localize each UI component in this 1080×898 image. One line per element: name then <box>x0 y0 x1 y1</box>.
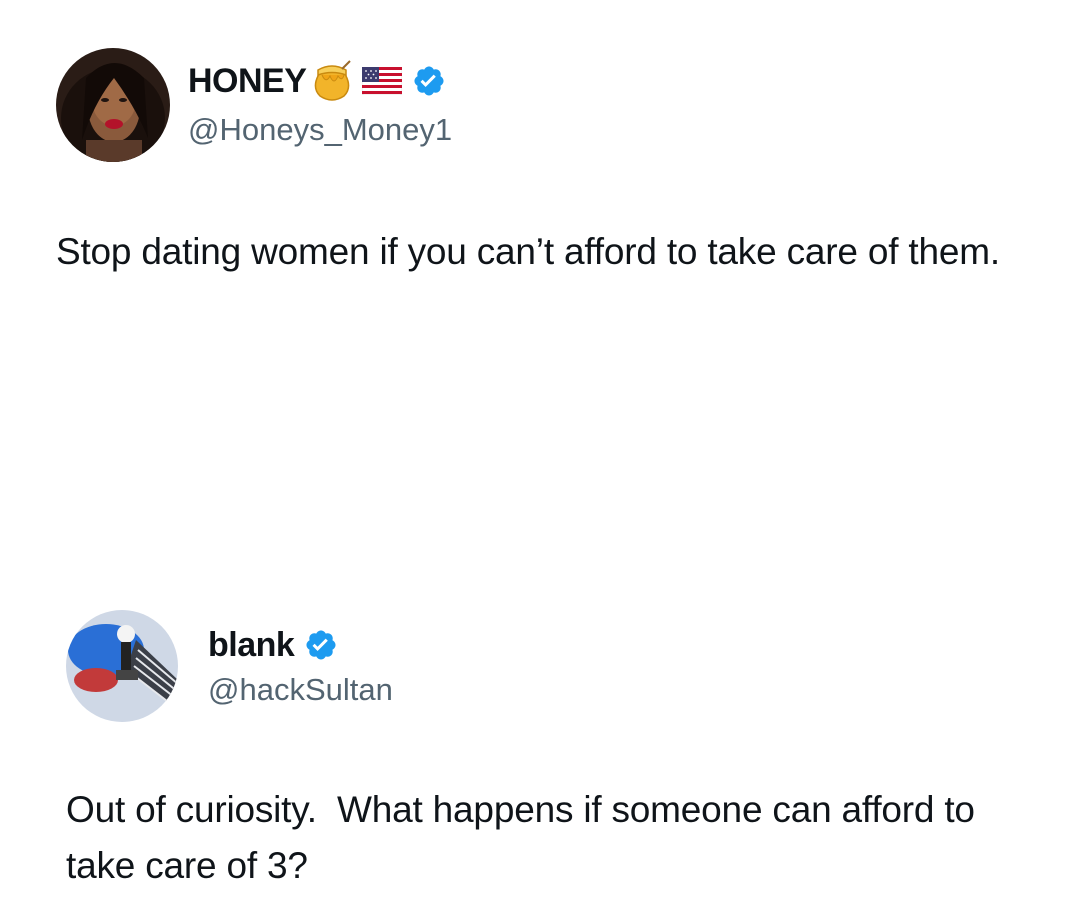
handle[interactable]: @hackSultan <box>208 672 393 708</box>
avatar-photo <box>66 610 178 722</box>
tweet-text: Stop dating women if you can’t afford to… <box>56 231 1000 272</box>
handle[interactable]: @Honeys_Money1 <box>188 112 452 148</box>
verified-badge-icon[interactable] <box>304 628 338 662</box>
display-name[interactable]: HONEY <box>188 62 307 101</box>
avatar[interactable] <box>66 610 178 722</box>
us-flag-icon <box>362 67 403 95</box>
display-name[interactable]: blank <box>208 626 295 665</box>
avatar[interactable] <box>56 48 170 162</box>
tweet-text: Out of curiosity. What happens if someon… <box>66 789 985 886</box>
verified-badge-icon[interactable] <box>412 64 446 98</box>
name-row: blank <box>208 622 338 668</box>
honey-pot-icon <box>312 60 352 102</box>
name-row: HONEY <box>188 58 446 104</box>
avatar-photo <box>56 48 170 162</box>
